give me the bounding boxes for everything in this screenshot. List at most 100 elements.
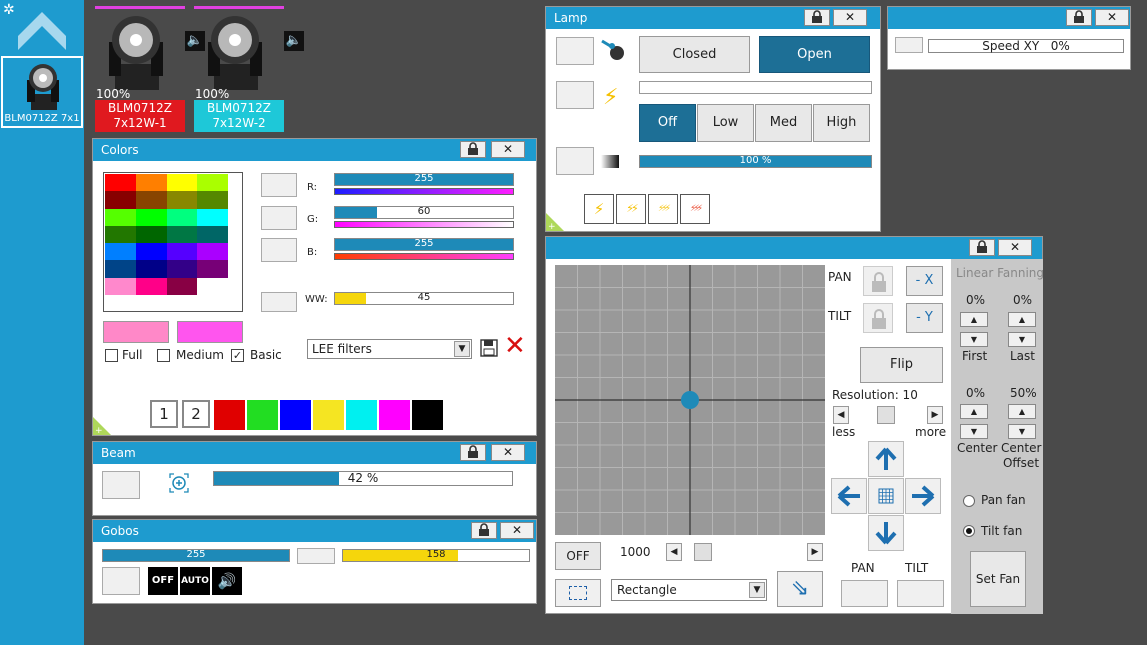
lock-button[interactable] xyxy=(804,9,830,26)
resolution-less-button[interactable]: ◀ xyxy=(833,406,849,424)
pan-tilt-grid[interactable] xyxy=(555,265,825,535)
center-button[interactable] xyxy=(868,478,904,514)
color-cell[interactable] xyxy=(135,174,167,192)
color-grid[interactable] xyxy=(103,172,243,312)
tilt-lock-button[interactable] xyxy=(863,303,893,333)
offset-down-button[interactable]: ▼ xyxy=(1008,424,1036,439)
filter-select[interactable]: LEE filters ▼ xyxy=(307,339,472,359)
quick-color-swatch[interactable] xyxy=(379,400,410,430)
quick-color-swatch[interactable] xyxy=(280,400,311,430)
zoom-icon[interactable] xyxy=(168,472,190,494)
sidebar-fixture[interactable]: BLM0712Z 7x1 xyxy=(1,56,83,128)
first-down-button[interactable]: ▼ xyxy=(960,332,988,347)
fixture-card[interactable]: 🔈 100% BLM0712Z 7x12W-2 xyxy=(194,6,304,132)
color-cell[interactable] xyxy=(166,260,198,278)
power-med-button[interactable]: Med xyxy=(755,104,812,142)
neg-x-button[interactable]: - X xyxy=(906,266,943,296)
power-low-button[interactable]: Low xyxy=(697,104,754,142)
dimmer-button[interactable] xyxy=(556,147,594,175)
fixture-card[interactable]: 🔈 100% BLM0712Z 7x12W-1 xyxy=(95,6,205,132)
color-cell[interactable] xyxy=(166,191,198,209)
xy-speed-right[interactable]: ▶ xyxy=(807,543,823,561)
xy-speed-left[interactable]: ◀ xyxy=(666,543,682,561)
first-up-button[interactable]: ▲ xyxy=(960,312,988,327)
gobo-slider[interactable]: 255 xyxy=(102,549,290,562)
gobo-button[interactable] xyxy=(297,548,335,564)
lock-button[interactable] xyxy=(969,239,995,256)
lock-button[interactable] xyxy=(1066,9,1092,26)
color-cell[interactable] xyxy=(105,260,136,278)
closed-button[interactable]: Closed xyxy=(639,36,750,73)
g-slider[interactable]: 60 xyxy=(334,206,514,219)
shutter-button[interactable] xyxy=(556,37,594,65)
neg-y-button[interactable]: - Y xyxy=(906,303,943,333)
select-area-icon[interactable] xyxy=(555,579,601,607)
pan-lock-button[interactable] xyxy=(863,266,893,296)
beam-slider[interactable]: 42 % xyxy=(213,471,513,486)
flip-button[interactable]: Flip xyxy=(860,347,943,383)
set-fan-button[interactable]: Set Fan xyxy=(970,551,1026,607)
apply-shape-button[interactable]: ⇘ xyxy=(777,571,823,607)
add-corner-icon[interactable]: + xyxy=(546,213,564,231)
color-cell[interactable] xyxy=(166,277,198,295)
strobe-medium-icon[interactable]: ⚡⚡ xyxy=(616,194,646,224)
color-cell[interactable] xyxy=(197,174,228,192)
tilt-bottom-button[interactable] xyxy=(897,580,944,607)
color-cell[interactable] xyxy=(105,208,136,226)
r-slider[interactable]: 255 xyxy=(334,173,514,186)
color-cell[interactable] xyxy=(135,208,167,226)
b-button[interactable] xyxy=(261,238,297,262)
power-high-button[interactable]: High xyxy=(813,104,870,142)
color-cell[interactable] xyxy=(105,174,136,192)
color-cell[interactable] xyxy=(197,260,228,278)
center-up-button[interactable]: ▲ xyxy=(960,404,988,419)
scroll-up-icon[interactable] xyxy=(16,8,68,52)
shape-select[interactable]: Rectangle ▼ xyxy=(611,579,767,601)
color-cell[interactable] xyxy=(135,191,167,209)
color-cell[interactable] xyxy=(197,191,228,209)
speed-slider[interactable]: Speed XY 0% xyxy=(928,39,1124,53)
color-cell[interactable] xyxy=(197,277,228,295)
quick-color-swatch[interactable] xyxy=(247,400,278,430)
speaker-icon[interactable]: 🔈 xyxy=(284,31,304,51)
power-button[interactable] xyxy=(556,81,594,109)
gobo-select-button[interactable] xyxy=(102,567,140,595)
gobo-auto-button[interactable]: AUTO xyxy=(180,567,210,595)
color-cell[interactable] xyxy=(135,260,167,278)
color-cell[interactable] xyxy=(135,243,167,261)
color-cell[interactable] xyxy=(135,277,167,295)
right-arrow-button[interactable] xyxy=(905,478,941,514)
last-down-button[interactable]: ▼ xyxy=(1008,332,1036,347)
resolution-thumb[interactable] xyxy=(877,406,895,424)
color-cell[interactable] xyxy=(197,208,228,226)
speed-button[interactable] xyxy=(895,37,923,53)
color-cell[interactable] xyxy=(105,191,136,209)
dimmer-slider[interactable]: 100 % xyxy=(639,155,872,168)
close-button[interactable]: ✕ xyxy=(491,141,525,158)
power-off-button[interactable]: Off xyxy=(639,104,696,142)
color-cell[interactable] xyxy=(197,243,228,261)
position-marker[interactable] xyxy=(681,391,699,409)
strobe-fast-icon[interactable]: ⚡⚡⚡ xyxy=(648,194,678,224)
tilt-fan-radio[interactable] xyxy=(963,525,975,537)
delete-icon[interactable]: ✕ xyxy=(504,333,526,359)
quick-color-swatch[interactable] xyxy=(214,400,245,430)
color-cell[interactable] xyxy=(166,243,198,261)
xy-off-button[interactable]: OFF xyxy=(555,542,601,570)
quick-color-swatch[interactable] xyxy=(346,400,377,430)
gobo-off-button[interactable]: OFF xyxy=(148,567,178,595)
speaker-icon[interactable]: 🔊 xyxy=(212,567,242,595)
save-icon[interactable] xyxy=(480,339,498,357)
color-cell[interactable] xyxy=(105,277,136,295)
color-cell[interactable] xyxy=(135,225,167,244)
close-button[interactable]: ✕ xyxy=(491,444,525,461)
strobe-slow-icon[interactable]: ⚡ xyxy=(584,194,614,224)
gobo-rotation-slider[interactable]: 158 xyxy=(342,549,530,562)
close-button[interactable]: ✕ xyxy=(1095,9,1129,26)
preset-2[interactable]: 2 xyxy=(182,400,210,428)
down-arrow-button[interactable] xyxy=(868,515,904,551)
b-slider[interactable]: 255 xyxy=(334,238,514,251)
xy-speed-thumb[interactable] xyxy=(694,543,712,561)
lock-button[interactable] xyxy=(460,444,486,461)
left-arrow-button[interactable] xyxy=(831,478,867,514)
